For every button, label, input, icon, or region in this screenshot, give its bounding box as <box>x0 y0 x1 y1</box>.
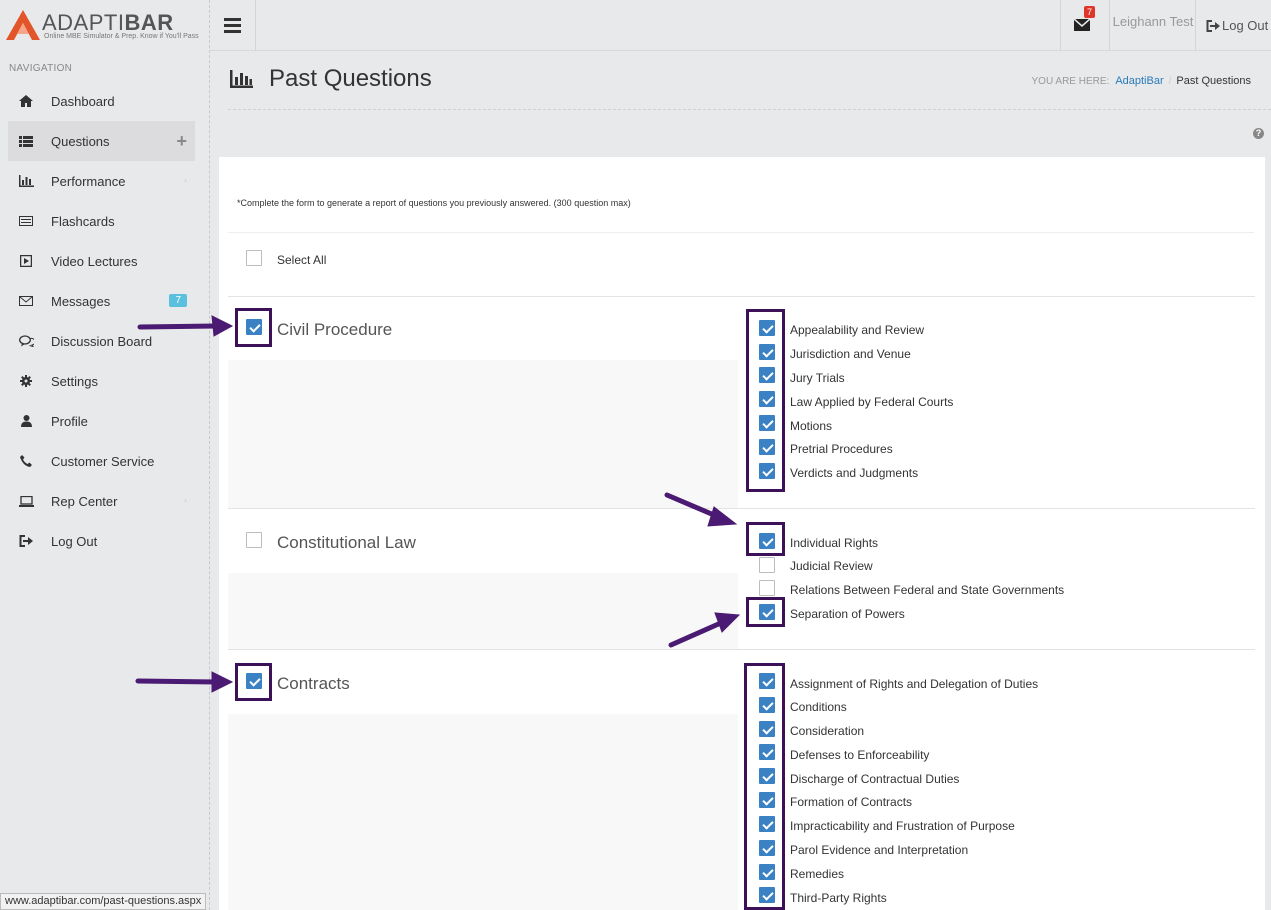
annotation-arrow-icon <box>668 612 741 648</box>
annotation-arrow-icon <box>135 671 234 693</box>
annotation-arrow-icon <box>137 315 234 337</box>
browser-status-url: www.adaptibar.com/past-questions.aspx <box>0 893 207 910</box>
annotation-arrow-icon <box>664 492 738 527</box>
annotation-arrows <box>135 315 741 693</box>
